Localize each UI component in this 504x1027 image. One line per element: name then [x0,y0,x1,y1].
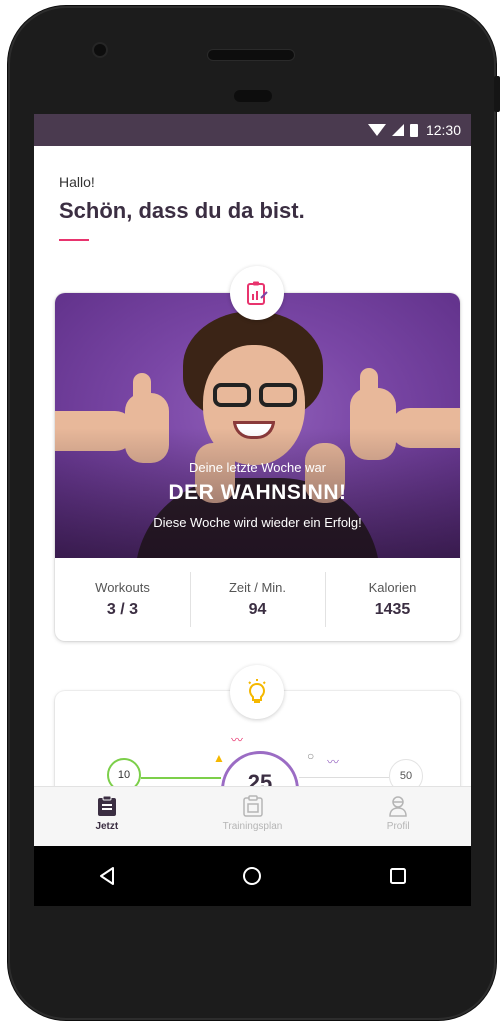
phone-screen: 12:30 Hallo! Schön, dass du da bist. Dei… [34,114,471,906]
bottom-navigation: Jetzt Trainingsplan Profil [34,786,471,847]
user-icon [389,796,407,817]
status-bar: 12:30 [34,114,471,146]
greeting-text: Hallo! [59,174,95,190]
stat-label: Kalorien [368,580,417,595]
lightbulb-icon [248,679,266,703]
speaker-grille [208,50,294,60]
hero-subtitle: Deine letzte Woche war [188,460,327,475]
status-time: 12:30 [425,122,461,138]
home-button[interactable] [232,856,272,896]
home-content[interactable]: Hallo! Schön, dass du da bist. Deine let… [34,146,471,786]
front-camera [94,44,106,56]
stat-calories: Kalorien 1435 [325,558,460,641]
stat-label: Workouts [95,580,150,595]
weekly-summary-card[interactable]: Deine letzte Woche war DER WAHNSINN! Die… [55,293,460,641]
home-circle-icon [243,867,262,885]
stat-workouts: Workouts 3 / 3 [55,558,190,641]
milestone-10: 10 [107,758,141,786]
nav-item-jetzt[interactable]: Jetzt [34,787,180,847]
hero-footer: Diese Woche wird wieder ein Erfolg! [153,515,362,530]
hero-image: Deine letzte Woche war DER WAHNSINN! Die… [55,293,460,558]
hero-title: DER WAHNSINN! [168,481,347,504]
stat-value: 3 / 3 [106,601,139,618]
confetti-icon: 〰 [231,733,244,747]
stat-value: 1435 [374,601,411,618]
confetti-icon: 〰 [327,755,340,769]
lightbulb-badge [230,665,284,719]
signal-icon [391,124,404,136]
recents-square-icon [390,868,407,884]
side-button [494,76,500,112]
nav-label: Trainingsplan [222,821,283,832]
clipboard-icon [97,795,116,816]
weekly-stats: Workouts 3 / 3 Zeit / Min. 94 Kalorien 1… [55,558,460,641]
nav-label: Jetzt [95,821,119,832]
milestone-25: 25 [221,751,299,786]
page-title: Schön, dass du da bist. [59,198,305,223]
back-triangle-icon [99,867,114,885]
stat-time: Zeit / Min. 94 [190,558,325,641]
nav-item-trainingsplan[interactable]: Trainingsplan [180,787,326,847]
nav-item-profil[interactable]: Profil [325,787,471,847]
earpiece [234,90,272,102]
stat-label: Zeit / Min. [228,580,287,595]
progress-line-pending [299,777,389,778]
recents-button[interactable] [378,856,418,896]
clipboard-chart-badge [230,266,284,320]
calendar-icon [242,795,263,817]
wifi-icon [367,124,386,136]
stat-value: 94 [248,601,267,618]
title-accent-line [59,239,89,241]
nav-label: Profil [386,821,410,832]
confetti-icon: ○ [307,749,315,763]
system-navigation-bar [34,846,471,906]
milestone-50: 50 [389,759,423,786]
battery-icon [409,123,418,137]
confetti-icon: ▲ [213,751,225,765]
progress-line-complete [141,777,221,779]
back-button[interactable] [87,856,127,896]
clipboard-chart-icon [247,281,268,305]
